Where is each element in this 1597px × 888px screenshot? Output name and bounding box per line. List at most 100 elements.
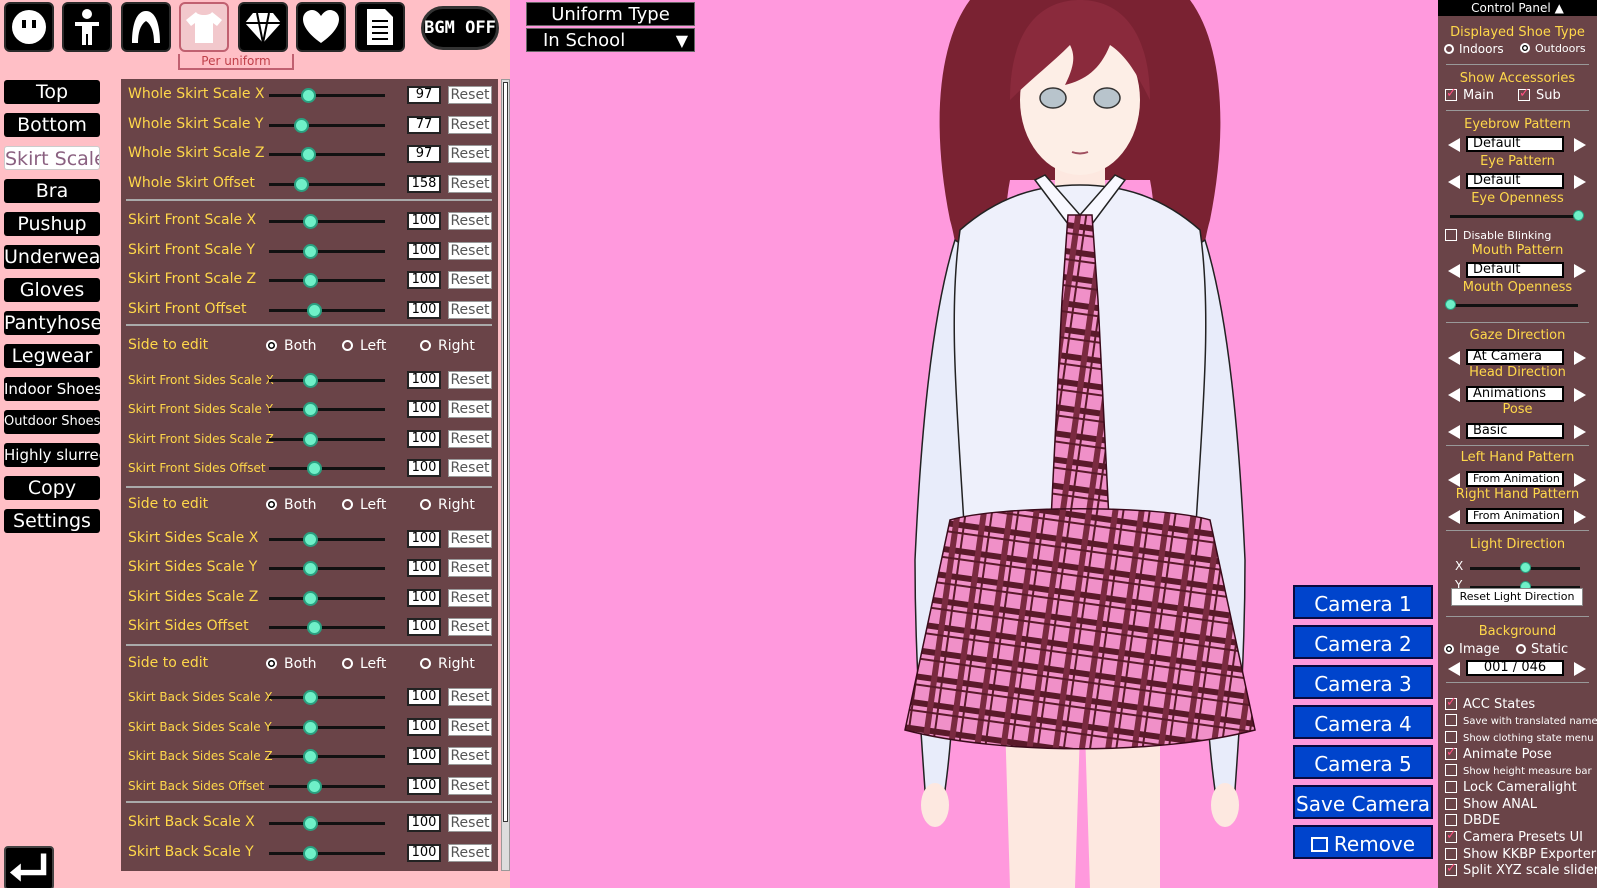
slider-handle[interactable] — [301, 88, 317, 103]
slider-track[interactable] — [269, 379, 385, 382]
slider-track[interactable] — [269, 408, 385, 411]
eyebrow-pattern-select[interactable]: Default — [1466, 136, 1564, 152]
option-animate-pose[interactable]: Animate Pose — [1445, 745, 1552, 762]
slider-handle[interactable] — [307, 303, 323, 318]
main-accessories-checkbox[interactable]: Main — [1445, 86, 1494, 103]
body-tab[interactable] — [62, 2, 112, 52]
slider-handle[interactable] — [307, 461, 323, 476]
slider-track[interactable] — [269, 309, 385, 312]
slider-value-input[interactable]: 97 — [407, 86, 441, 104]
reset-button[interactable]: Reset — [448, 718, 492, 736]
slider-track[interactable] — [269, 726, 385, 729]
option-dbde[interactable]: DBDE — [1445, 813, 1500, 828]
category-indoor-shoes[interactable]: Indoor Shoes — [4, 377, 100, 401]
reset-button[interactable]: Reset — [448, 86, 492, 104]
eye-openness-track[interactable] — [1450, 215, 1578, 218]
category-top[interactable]: Top — [4, 80, 100, 104]
gaze-direction-select[interactable]: At Camera — [1466, 349, 1564, 365]
bg-prev-arrow-icon[interactable] — [1448, 662, 1460, 676]
slider-handle[interactable] — [302, 720, 318, 735]
side-option-left[interactable]: Left — [342, 338, 386, 354]
slider-track[interactable] — [269, 852, 385, 855]
slider-track[interactable] — [269, 538, 385, 541]
slider-track[interactable] — [269, 250, 385, 253]
eye-pattern-select[interactable]: Default — [1466, 173, 1564, 189]
reset-button[interactable]: Reset — [448, 618, 492, 636]
slider-handle[interactable] — [302, 749, 318, 764]
bg-next-arrow-icon[interactable] — [1574, 662, 1586, 676]
camera-2-button[interactable]: Camera 2 — [1293, 625, 1433, 659]
slider-handle[interactable] — [294, 118, 310, 133]
slider-value-input[interactable]: 77 — [407, 116, 441, 134]
slider-value-input[interactable]: 100 — [407, 212, 441, 230]
option-camera-presets-ui[interactable]: Camera Presets UI — [1445, 828, 1583, 845]
camera-4-button[interactable]: Camera 4 — [1293, 705, 1433, 739]
slider-handle[interactable] — [302, 273, 318, 288]
disable-blinking-checkbox[interactable]: Disable Blinking — [1445, 229, 1551, 242]
slider-handle[interactable] — [302, 532, 318, 547]
slider-value-input[interactable]: 100 — [407, 618, 441, 636]
option-save-with-translated-names[interactable]: Save with translated names — [1445, 714, 1597, 727]
reset-button[interactable]: Reset — [448, 301, 492, 319]
slider-value-input[interactable]: 100 — [407, 301, 441, 319]
head-next-arrow-icon[interactable] — [1574, 388, 1586, 402]
back-button[interactable] — [4, 846, 54, 888]
reset-button[interactable]: Reset — [448, 747, 492, 765]
scrollbar-thumb[interactable] — [503, 82, 508, 822]
category-copy[interactable]: Copy — [4, 476, 100, 500]
camera-5-button[interactable]: Camera 5 — [1293, 745, 1433, 779]
pose-prev-arrow-icon[interactable] — [1448, 425, 1460, 439]
option-acc-states[interactable]: ACC States — [1445, 695, 1535, 712]
slider-track[interactable] — [269, 94, 385, 97]
slider-handle[interactable] — [302, 846, 318, 861]
category-pushup[interactable]: Pushup — [4, 212, 100, 236]
slider-track[interactable] — [269, 785, 385, 788]
slider-handle[interactable] — [302, 432, 318, 447]
side-option-left[interactable]: Left — [342, 497, 386, 513]
slider-value-input[interactable]: 100 — [407, 688, 441, 706]
slider-handle[interactable] — [302, 816, 318, 831]
category-legwear[interactable]: Legwear — [4, 344, 100, 368]
slider-value-input[interactable]: 100 — [407, 271, 441, 289]
face-tab[interactable] — [4, 2, 54, 52]
left-hand-prev-arrow-icon[interactable] — [1448, 473, 1460, 487]
mouth-pattern-select[interactable]: Default — [1466, 262, 1564, 278]
head-direction-select[interactable]: Animations — [1466, 386, 1564, 402]
slider-track[interactable] — [269, 626, 385, 629]
reset-button[interactable]: Reset — [448, 212, 492, 230]
left-hand-next-arrow-icon[interactable] — [1574, 473, 1586, 487]
side-option-both[interactable]: Both — [266, 656, 317, 672]
slider-value-input[interactable]: 100 — [407, 589, 441, 607]
slider-value-input[interactable]: 100 — [407, 747, 441, 765]
category-bottom[interactable]: Bottom — [4, 113, 100, 137]
bg-static-radio[interactable]: Static — [1516, 642, 1568, 657]
slider-track[interactable] — [269, 438, 385, 441]
gaze-prev-arrow-icon[interactable] — [1448, 351, 1460, 365]
control-panel-header[interactable]: Control Panel ▲ — [1438, 0, 1597, 16]
slider-handle[interactable] — [307, 779, 323, 794]
category-settings[interactable]: Settings — [4, 509, 100, 533]
slider-track[interactable] — [269, 696, 385, 699]
head-prev-arrow-icon[interactable] — [1448, 388, 1460, 402]
panel-scrollbar[interactable] — [501, 79, 510, 871]
mouth-openness-slider[interactable] — [1445, 299, 1456, 310]
slider-handle[interactable] — [302, 214, 318, 229]
slider-handle[interactable] — [302, 591, 318, 606]
reset-light-direction-button[interactable]: Reset Light Direction — [1451, 588, 1583, 606]
slider-handle[interactable] — [301, 147, 317, 162]
side-option-right[interactable]: Right — [420, 338, 475, 354]
slider-track[interactable] — [269, 279, 385, 282]
reset-button[interactable]: Reset — [448, 814, 492, 832]
option-show-clothing-state-menu[interactable]: Show clothing state menu — [1445, 731, 1594, 744]
reset-button[interactable]: Reset — [448, 175, 492, 193]
slider-track[interactable] — [269, 822, 385, 825]
reset-button[interactable]: Reset — [448, 145, 492, 163]
category-bra[interactable]: Bra — [4, 179, 100, 203]
category-highly-slurred[interactable]: Highly slurred — [4, 443, 100, 467]
reset-button[interactable]: Reset — [448, 688, 492, 706]
slider-track[interactable] — [269, 220, 385, 223]
accessory-tab[interactable] — [238, 2, 288, 52]
eyebrow-prev-arrow-icon[interactable] — [1448, 138, 1460, 152]
outdoors-radio[interactable]: Outdoors — [1520, 42, 1586, 55]
option-lock-cameralight[interactable]: Lock Cameralight — [1445, 780, 1577, 795]
